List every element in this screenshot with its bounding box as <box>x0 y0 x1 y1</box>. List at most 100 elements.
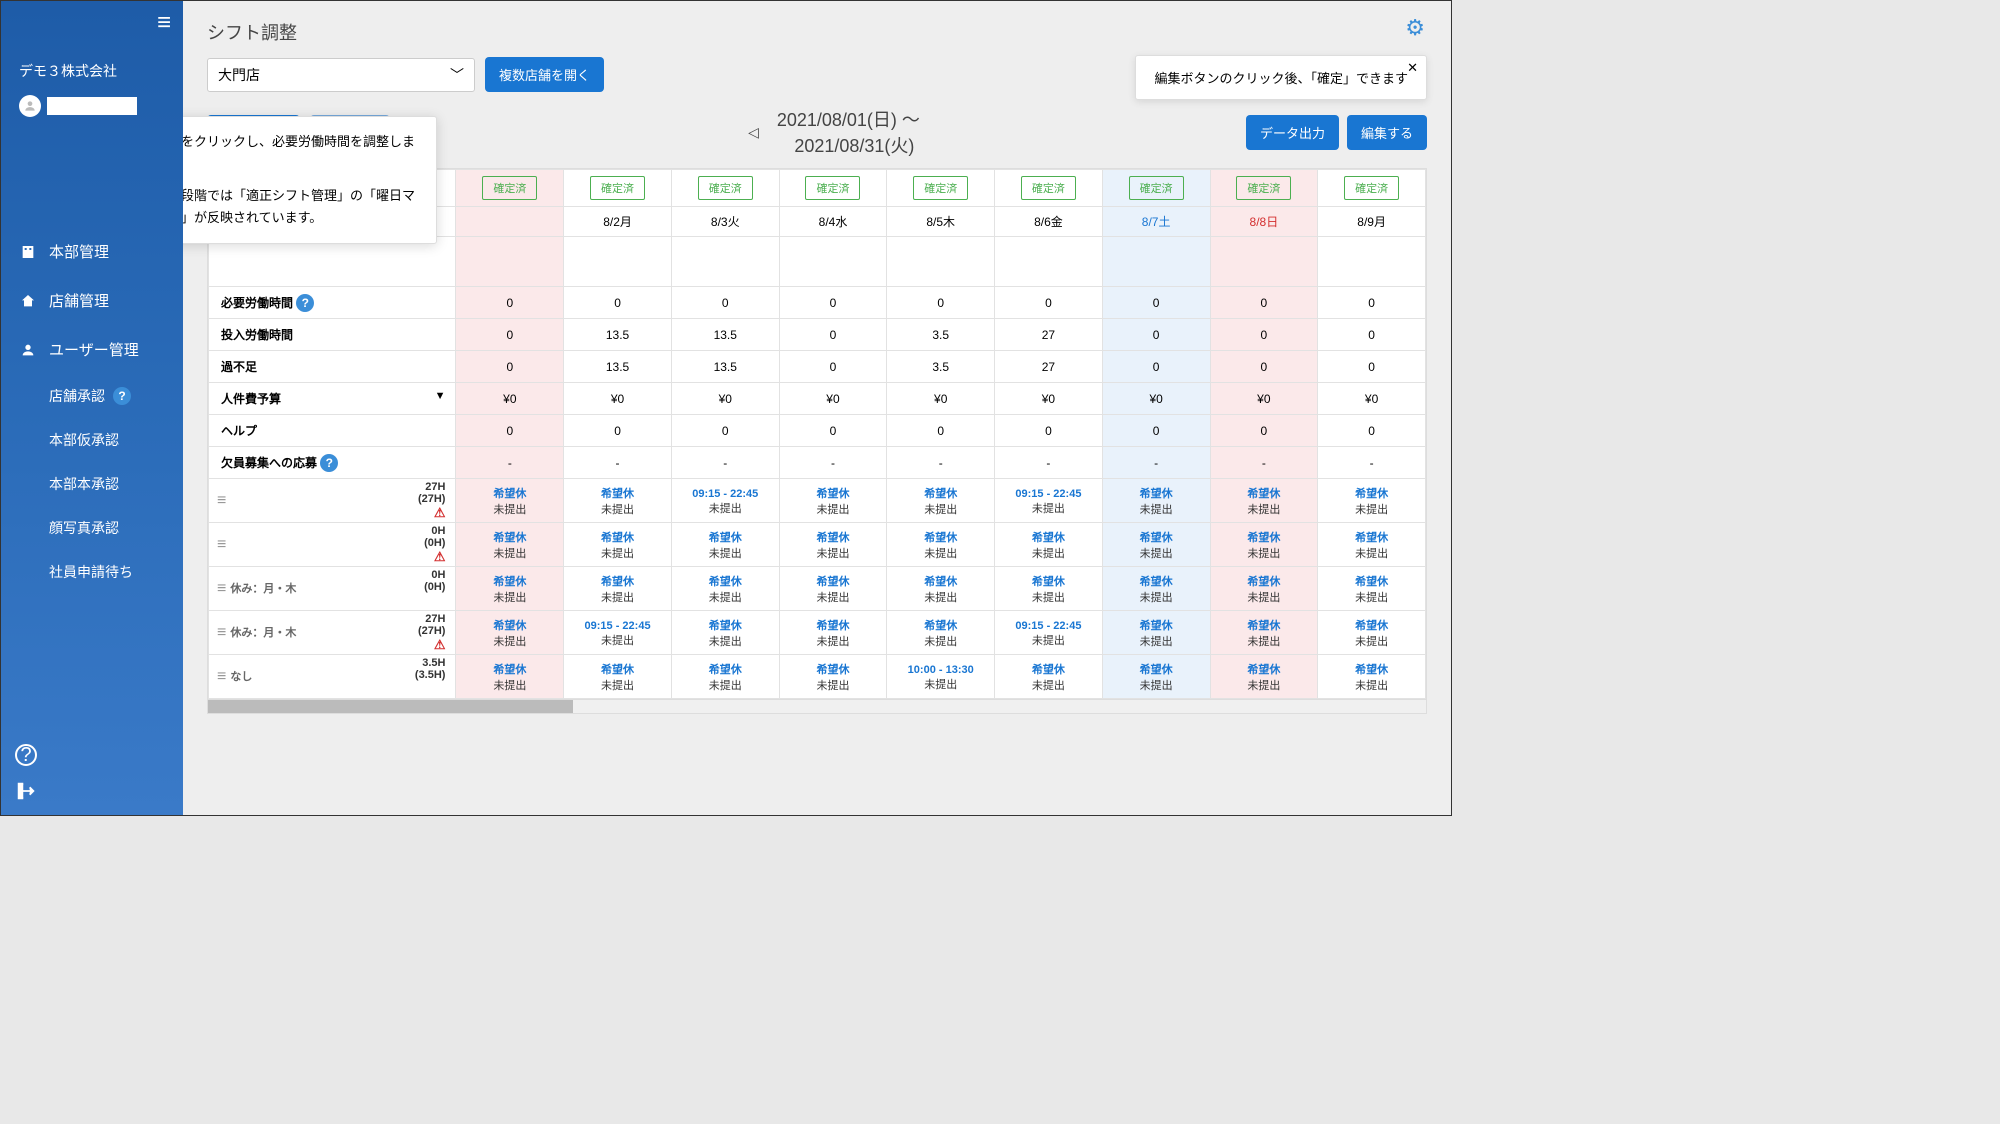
table-cell[interactable]: 確定済 <box>564 170 672 207</box>
logout-icon[interactable] <box>15 780 37 805</box>
table-cell[interactable]: 0 <box>887 287 995 319</box>
table-cell[interactable]: 確定済 <box>779 170 887 207</box>
help-icon[interactable]: ? <box>296 294 314 312</box>
table-cell[interactable]: 0 <box>564 415 672 447</box>
table-cell[interactable]: 8/7土 <box>1102 207 1210 237</box>
table-cell[interactable]: 0 <box>671 287 779 319</box>
table-cell[interactable]: 希望休未提出 <box>779 567 887 611</box>
table-cell[interactable]: 希望休未提出 <box>564 567 672 611</box>
table-cell[interactable]: - <box>1318 447 1426 479</box>
table-cell[interactable]: 3.5 <box>887 351 995 383</box>
table-cell[interactable]: 希望休未提出 <box>1210 567 1318 611</box>
table-cell[interactable]: 0 <box>564 287 672 319</box>
open-multi-button[interactable]: 複数店舗を開く <box>485 57 604 92</box>
table-cell[interactable]: 確定済 <box>1318 170 1426 207</box>
table-cell[interactable]: - <box>1102 447 1210 479</box>
table-cell[interactable]: 希望休未提出 <box>456 479 564 523</box>
table-cell[interactable]: 0 <box>1318 287 1426 319</box>
table-cell[interactable]: 確定済 <box>671 170 779 207</box>
table-cell[interactable]: 0 <box>1210 287 1318 319</box>
table-cell[interactable]: - <box>564 447 672 479</box>
status-badge[interactable]: 確定済 <box>1129 176 1184 200</box>
table-cell[interactable]: 人件費予算▼ <box>209 383 456 415</box>
table-cell[interactable]: 希望休未提出 <box>1210 655 1318 699</box>
table-cell[interactable]: ¥0 <box>1210 383 1318 415</box>
table-cell[interactable]: 13.5 <box>671 319 779 351</box>
table-cell[interactable]: 希望休未提出 <box>1102 655 1210 699</box>
table-cell[interactable]: 希望休未提出 <box>671 567 779 611</box>
table-cell[interactable]: 希望休未提出 <box>1102 523 1210 567</box>
drag-icon[interactable]: ≡ <box>217 536 226 554</box>
table-cell[interactable]: ¥0 <box>564 383 672 415</box>
table-cell[interactable] <box>779 237 887 287</box>
table-cell[interactable]: 0 <box>779 319 887 351</box>
help-icon[interactable]: ? <box>320 454 338 472</box>
table-cell[interactable]: 0 <box>1210 415 1318 447</box>
table-cell[interactable]: 必要労働時間 ? <box>209 287 456 319</box>
table-cell[interactable]: 希望休未提出 <box>671 523 779 567</box>
table-cell[interactable]: 10:00 - 13:30未提出 <box>887 655 995 699</box>
table-cell[interactable]: 希望休未提出 <box>1102 567 1210 611</box>
status-badge[interactable]: 確定済 <box>805 176 860 200</box>
table-cell[interactable]: ヘルプ <box>209 415 456 447</box>
status-badge[interactable]: 確定済 <box>482 176 537 200</box>
table-cell[interactable]: ¥0 <box>887 383 995 415</box>
table-cell[interactable]: 希望休未提出 <box>779 611 887 655</box>
prev-icon[interactable]: ◁ <box>748 124 759 141</box>
table-cell[interactable]: 0 <box>779 351 887 383</box>
table-cell[interactable]: 0 <box>456 351 564 383</box>
table-cell[interactable]: 希望休未提出 <box>779 655 887 699</box>
table-cell[interactable]: 希望休未提出 <box>1318 523 1426 567</box>
status-badge[interactable]: 確定済 <box>1344 176 1399 200</box>
table-cell[interactable]: - <box>456 447 564 479</box>
table-cell[interactable]: 希望休未提出 <box>456 611 564 655</box>
table-cell[interactable]: ¥0 <box>671 383 779 415</box>
table-cell[interactable]: 希望休未提出 <box>1210 479 1318 523</box>
table-cell[interactable]: 希望休未提出 <box>456 567 564 611</box>
drag-icon[interactable]: ≡ <box>217 580 226 598</box>
table-cell[interactable]: - <box>779 447 887 479</box>
table-cell[interactable]: 09:15 - 22:45未提出 <box>564 611 672 655</box>
table-cell[interactable] <box>671 237 779 287</box>
table-cell[interactable]: ¥0 <box>995 383 1103 415</box>
nav-emp-wait[interactable]: 社員申請待ち <box>1 550 183 594</box>
table-cell[interactable]: 8/6金 <box>995 207 1103 237</box>
status-badge[interactable]: 確定済 <box>1021 176 1076 200</box>
table-cell[interactable]: ¥0 <box>456 383 564 415</box>
table-cell[interactable]: 09:15 - 22:45未提出 <box>671 479 779 523</box>
table-cell[interactable]: ¥0 <box>1318 383 1426 415</box>
nav-user[interactable]: ユーザー管理 <box>1 325 183 374</box>
table-cell[interactable]: 希望休未提出 <box>564 523 672 567</box>
table-cell[interactable]: 確定済 <box>1210 170 1318 207</box>
export-button[interactable]: データ出力 <box>1246 115 1339 150</box>
table-cell[interactable]: 希望休未提出 <box>995 655 1103 699</box>
table-cell[interactable]: 希望休未提出 <box>456 523 564 567</box>
table-cell[interactable]: 希望休未提出 <box>564 479 672 523</box>
table-cell[interactable]: 希望休未提出 <box>887 611 995 655</box>
table-cell[interactable]: 0 <box>1210 319 1318 351</box>
store-select[interactable]: 大門店﹀ <box>207 58 475 92</box>
table-cell[interactable]: 27 <box>995 319 1103 351</box>
table-cell[interactable]: 希望休未提出 <box>1102 479 1210 523</box>
table-cell[interactable]: 希望休未提出 <box>1318 567 1426 611</box>
table-cell[interactable]: 希望休未提出 <box>995 567 1103 611</box>
table-cell[interactable] <box>456 237 564 287</box>
table-cell[interactable]: - <box>887 447 995 479</box>
table-cell[interactable]: 0 <box>671 415 779 447</box>
avatar[interactable] <box>19 95 41 117</box>
table-cell[interactable]: 8/3火 <box>671 207 779 237</box>
table-cell[interactable] <box>564 237 672 287</box>
table-cell[interactable]: 確定済 <box>1102 170 1210 207</box>
table-cell[interactable]: 希望休未提出 <box>995 523 1103 567</box>
table-cell[interactable]: 希望休未提出 <box>1318 479 1426 523</box>
table-cell[interactable]: 27 <box>995 351 1103 383</box>
table-cell[interactable] <box>995 237 1103 287</box>
table-cell[interactable]: 13.5 <box>671 351 779 383</box>
table-cell[interactable]: 13.5 <box>564 351 672 383</box>
gear-icon[interactable]: ⚙ <box>1405 15 1425 41</box>
drag-icon[interactable]: ≡ <box>217 668 226 686</box>
nav-hq[interactable]: 本部管理 <box>1 227 183 276</box>
table-cell[interactable]: 希望休未提出 <box>779 479 887 523</box>
nav-hq-temp[interactable]: 本部仮承認 <box>1 418 183 462</box>
table-cell[interactable]: 希望休未提出 <box>1210 523 1318 567</box>
